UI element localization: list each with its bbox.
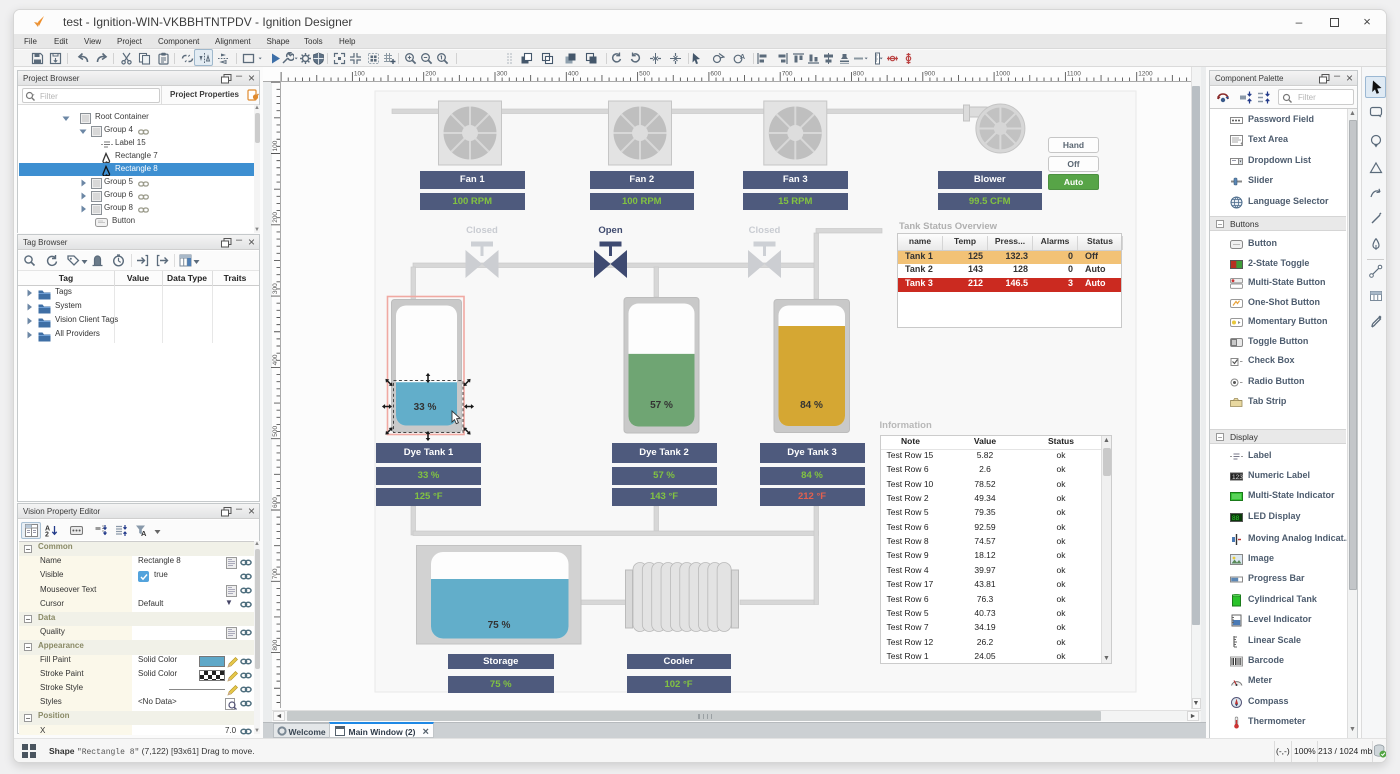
svg-text:1100: 1100 [1067,71,1081,78]
svg-text:500: 500 [639,71,650,78]
svg-text:1200: 1200 [1138,71,1153,78]
svg-text:600: 600 [710,71,721,78]
svg-text:84 %: 84 % [800,400,823,411]
svg-text:A: A [141,529,147,537]
svg-text:75 %: 75 % [488,620,511,631]
svg-text:88: 88 [1232,515,1240,522]
svg-text:100: 100 [354,71,365,78]
svg-text:900: 900 [924,71,935,78]
svg-text:200: 200 [425,71,436,78]
svg-text:57 %: 57 % [650,400,673,411]
svg-text:600: 600 [272,497,279,508]
svg-text:100: 100 [272,140,279,151]
svg-text:200: 200 [272,212,279,223]
svg-text:400: 400 [568,71,579,78]
svg-text:500: 500 [272,425,279,436]
svg-text:2: 2 [45,532,49,538]
svg-text:A: A [740,54,745,61]
svg-text:123: 123 [1232,474,1243,481]
svg-text:700: 700 [272,568,279,579]
svg-text:300: 300 [272,283,279,294]
svg-text:1000: 1000 [996,71,1011,78]
svg-text:400: 400 [272,354,279,365]
svg-text:800: 800 [272,639,279,650]
svg-text:33 %: 33 % [414,402,437,413]
svg-text:800: 800 [853,71,864,78]
svg-text:700: 700 [782,71,793,78]
svg-text:300: 300 [497,71,508,78]
